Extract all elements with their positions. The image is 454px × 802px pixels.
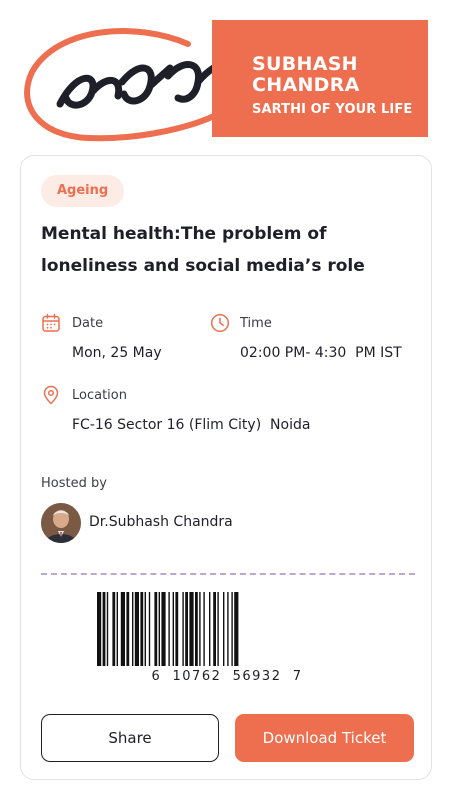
brand-tagline: SARTHI OF YOUR LIFE [252, 102, 413, 117]
download-ticket-button[interactable]: Download Ticket [235, 714, 414, 762]
host-avatar-image [41, 503, 81, 543]
barcode-bar [234, 592, 239, 666]
barcode-bar [158, 592, 160, 666]
barcode-bar [106, 592, 109, 666]
barcode-bar [199, 592, 201, 666]
brand-name-line2: CHANDRA [252, 74, 360, 96]
barcode-number: 6 10762 56932 7 [151, 669, 303, 684]
time-value: 02:00 PM- 4:30 PM IST [240, 345, 402, 361]
barcode-bar [116, 592, 118, 666]
brand-name-line1: SUBHASH [252, 53, 358, 75]
date-value: Mon, 25 May [72, 345, 162, 361]
event-ticket-card: Ageing Mental health:The problem of lone… [20, 155, 432, 780]
barcode-bar [189, 592, 194, 666]
calendar-icon [42, 313, 60, 332]
barcode-bar [227, 592, 229, 666]
barcode-bar [203, 592, 205, 666]
barcode-bar [112, 592, 116, 666]
clock-icon [210, 313, 230, 333]
barcode-bar [120, 592, 125, 666]
barcode-bar [134, 592, 139, 666]
barcode-bar [217, 592, 219, 666]
barcode-bar [195, 592, 198, 666]
ticket-barcode [97, 592, 239, 666]
host-avatar [41, 503, 81, 543]
barcode-bar [102, 592, 106, 666]
barcode-bar [97, 592, 102, 666]
barcode-bar [185, 592, 188, 666]
barcode-bar [148, 592, 151, 666]
barcode-bar [182, 592, 184, 666]
hosted-by-label: Hosted by [41, 476, 107, 491]
barcode-bar [175, 592, 179, 666]
location-value: FC-16 Sector 16 (Flim City) Noida [72, 417, 311, 433]
time-label: Time [240, 316, 272, 331]
barcode-bar [209, 592, 211, 666]
barcode-bar [132, 592, 134, 666]
location-pin-icon [43, 385, 59, 405]
event-title: Mental health:The problem of loneliness … [41, 224, 365, 276]
brand-text: SUBHASH CHANDRA SARTHI OF YOUR LIFE [252, 53, 413, 118]
ticket-divider [41, 573, 415, 575]
host-name: Dr.Subhash Chandra [89, 514, 233, 530]
barcode-bar [144, 592, 146, 666]
barcode-bar [126, 592, 130, 666]
barcode-bar [213, 592, 216, 666]
category-badge: Ageing [41, 175, 125, 207]
barcode-bar [154, 592, 158, 666]
barcode-bar [140, 592, 144, 666]
barcode-bar [168, 592, 170, 666]
barcode-bar [231, 592, 233, 666]
share-button[interactable]: Share [41, 714, 219, 762]
barcode-bar [172, 592, 174, 666]
date-label: Date [72, 316, 104, 331]
barcode-bar [161, 592, 166, 666]
location-label: Location [72, 388, 127, 403]
barcode-bar [223, 592, 225, 666]
